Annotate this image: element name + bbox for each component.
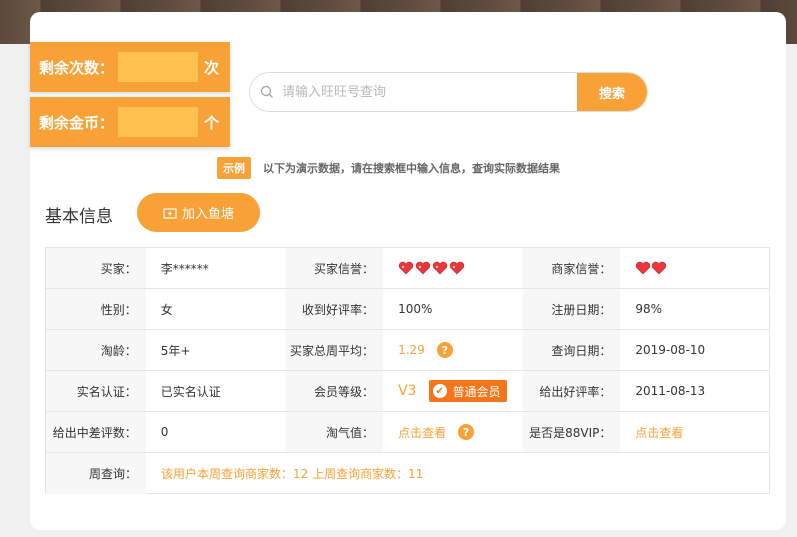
mid-bad-given-label: 给出中差评数： (46, 412, 146, 452)
heart-icon (636, 261, 667, 275)
taoqi-link[interactable]: 点击查看 (398, 424, 446, 441)
member-badge-label: 普通会员 (452, 384, 501, 399)
search-button[interactable]: 搜索 (577, 73, 647, 111)
gender-value: 女 (160, 302, 173, 317)
register-date-value: 98% (635, 302, 663, 316)
vip88-value-cell: 点击查看 (620, 412, 769, 452)
taoqi-value-cell: 点击查看 ? (383, 412, 523, 452)
vip88-label: 是否是88VIP： (522, 412, 621, 452)
remaining-times-counter: 剩余次数： 次 (30, 42, 230, 92)
remaining-coins-unit: 个 (204, 113, 220, 132)
good-rate-given-label: 给出好评率： (522, 371, 621, 411)
seller-credit-value (620, 248, 769, 288)
help-icon[interactable]: ? (458, 424, 475, 440)
demo-note: 以下为演示数据，请在搜索框中输入信息，查询实际数据结果 (263, 162, 560, 175)
buyer-label: 买家： (46, 248, 146, 288)
section-title: 基本信息 (45, 207, 113, 227)
weekly-avg-value: 1.29 (398, 343, 425, 357)
vip88-link[interactable]: 点击查看 (635, 424, 683, 441)
remaining-times-unit: 次 (204, 58, 220, 77)
weekly-query-value: 该用户本周查询商家数：12 上周查询商家数：11 (161, 467, 424, 481)
seller-credit-label: 商家信誉： (522, 248, 621, 288)
gender-label: 性别： (46, 289, 146, 329)
query-date-value: 2019-08-10 (635, 343, 706, 357)
realname-label: 实名认证： (46, 371, 146, 411)
demo-notice: 示例 以下为演示数据，请在搜索框中输入信息，查询实际数据结果 (217, 157, 560, 179)
join-pond-label: 加入鱼塘 (181, 207, 234, 222)
search-input[interactable] (274, 73, 577, 111)
good-rate-received-label: 收到好评率： (285, 289, 384, 329)
check-badge-icon: ✔ (432, 384, 447, 398)
table-row: 淘龄： 5年+ 买家总周平均： 1.29 ? 查询日期： 2019-08-10 (46, 330, 769, 371)
weekly-query-label: 周查询： (46, 453, 146, 494)
realname-value: 已实名认证 (160, 384, 221, 399)
buyer-value: 李****** (160, 261, 209, 276)
table-row: 性别： 女 收到好评率： 100% 注册日期： 98% (46, 289, 769, 330)
member-badge: ✔ 普通会员 (428, 380, 507, 402)
mid-bad-given-value: 0 (160, 425, 169, 439)
age-value: 5年+ (160, 343, 191, 358)
remaining-times-label: 剩余次数： (39, 58, 115, 77)
table-row: 实名认证： 已实名认证 会员等级： V3 ✔ 普通会员 给出好评率： 2011-… (46, 371, 769, 412)
remaining-coins-value (118, 107, 199, 137)
buyer-credit-hearts (398, 261, 466, 275)
member-level-value: V3 (398, 383, 417, 399)
age-label: 淘龄： (46, 330, 146, 370)
query-date-label: 查询日期： (522, 330, 621, 370)
info-table: 买家： 李****** 买家信誉： 商家信誉： 性别： 女 收到好评率： 100… (45, 247, 770, 494)
demo-tag: 示例 (217, 157, 251, 179)
member-level-label: 会员等级： (285, 371, 384, 411)
taoqi-label: 淘气值： (285, 412, 384, 452)
table-row: 给出中差评数： 0 淘气值： 点击查看 ? 是否是88VIP： 点击查看 (46, 412, 769, 453)
buyer-credit-value (383, 248, 523, 288)
help-icon[interactable]: ? (436, 342, 453, 358)
remaining-coins-counter: 剩余金币： 个 (30, 97, 230, 147)
remaining-coins-label: 剩余金币： (39, 113, 115, 132)
weekly-avg-value-cell: 1.29 ? (383, 330, 523, 370)
join-pond-button[interactable]: 加入鱼塘 (137, 193, 260, 232)
weekly-avg-label: 买家总周平均： (285, 330, 384, 370)
table-row: 周查询： 该用户本周查询商家数：12 上周查询商家数：11 (46, 453, 769, 494)
good-rate-given-value: 2011-08-13 (635, 384, 706, 398)
search-bar: 搜索 (249, 72, 648, 112)
member-level-value-cell: V3 ✔ 普通会员 (383, 371, 523, 411)
search-icon (260, 85, 273, 98)
table-row: 买家： 李****** 买家信誉： 商家信誉： (46, 248, 769, 289)
folder-plus-icon (163, 207, 177, 219)
good-rate-received-value: 100% (398, 302, 433, 316)
buyer-credit-label: 买家信誉： (285, 248, 384, 288)
register-date-label: 注册日期： (522, 289, 621, 329)
heart-icon (398, 261, 465, 275)
remaining-times-value (118, 52, 199, 82)
